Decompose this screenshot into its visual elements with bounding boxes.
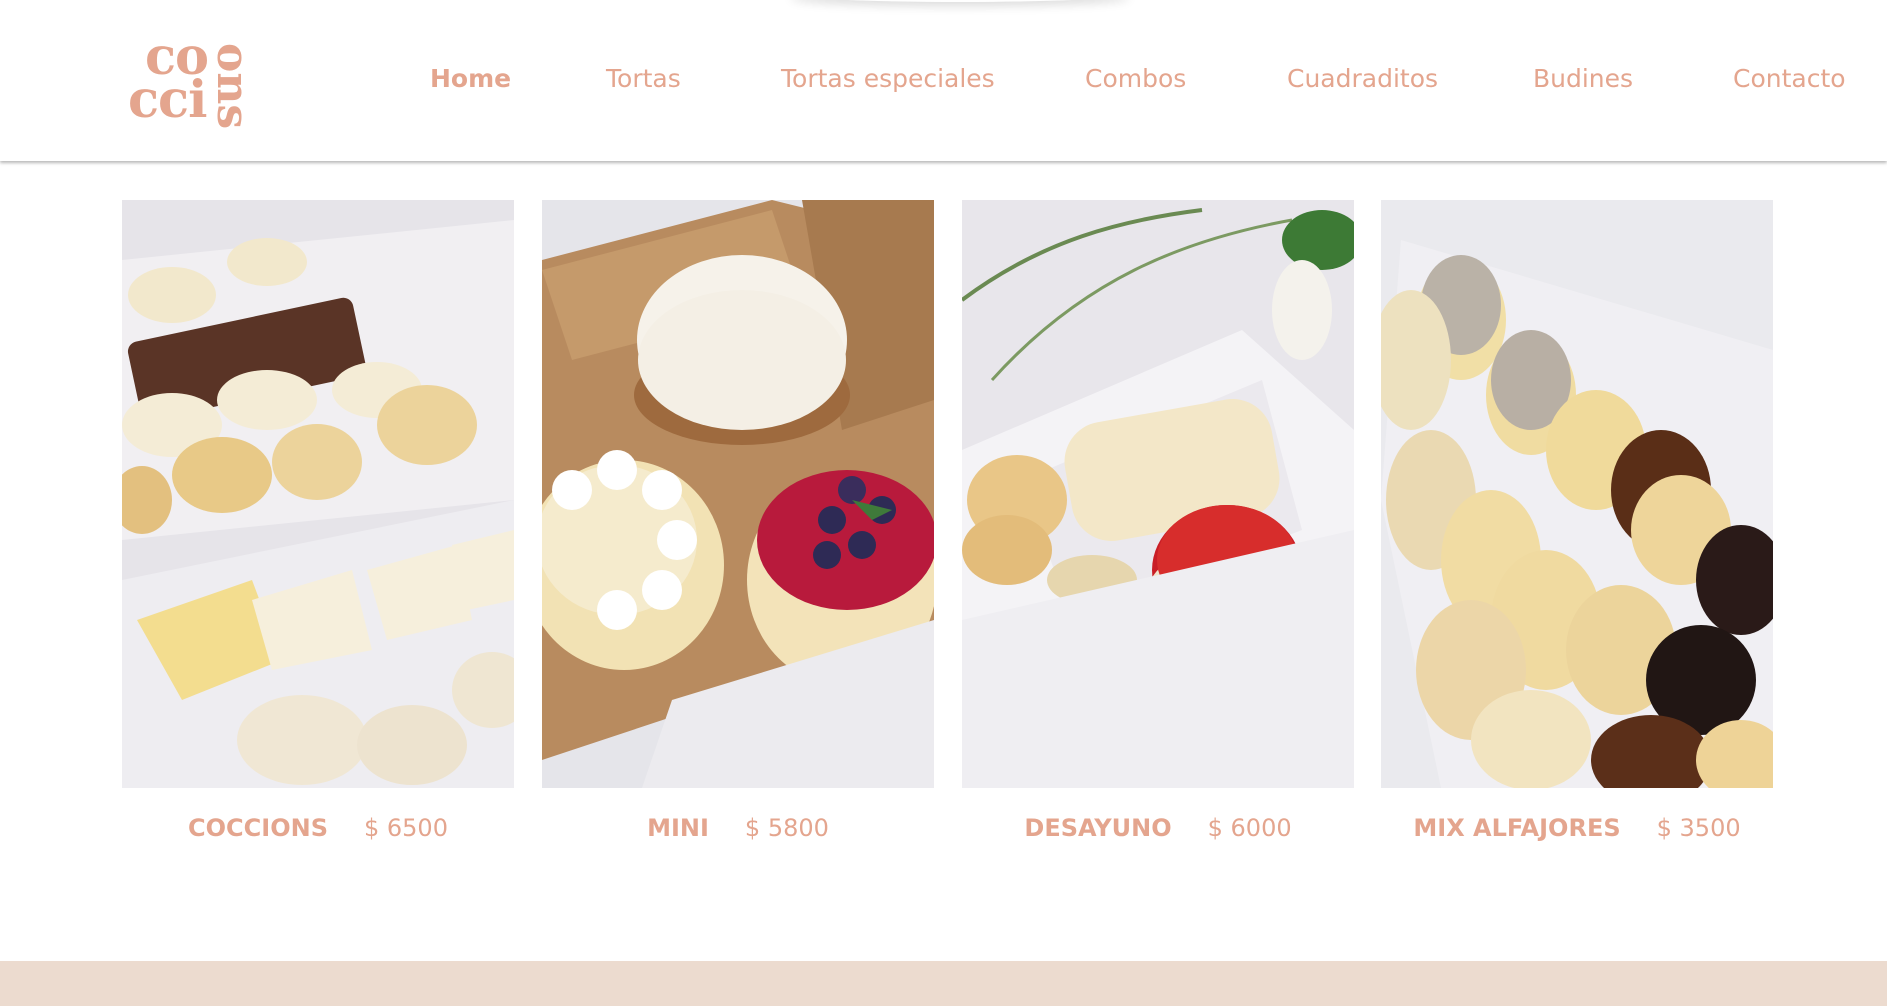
- product-photo-mini[interactable]: [542, 200, 934, 788]
- product-name: MIX ALFAJORES: [1413, 814, 1621, 842]
- product-card-coccions[interactable]: COCCIONS $ 6500: [122, 200, 514, 850]
- product-caption-desayuno: DESAYUNO $ 6000: [962, 814, 1354, 842]
- product-card-mix-alfajores[interactable]: MIX ALFAJORES $ 3500: [1381, 200, 1773, 850]
- product-price: $ 3500: [1656, 814, 1741, 842]
- nav-item-cuadraditos[interactable]: Cuadraditos: [1287, 64, 1438, 93]
- product-photo-desayuno[interactable]: [962, 200, 1354, 788]
- nav-item-tortas-especiales[interactable]: Tortas especiales: [781, 64, 995, 93]
- product-price: $ 6000: [1207, 814, 1292, 842]
- site-header: co cci ons Home Tortas Tortas especiales…: [0, 0, 1887, 161]
- nav-item-budines[interactable]: Budines: [1533, 64, 1633, 93]
- product-card-mini[interactable]: MINI $ 5800: [542, 200, 934, 850]
- product-name: MINI: [647, 814, 709, 842]
- nav-item-home[interactable]: Home: [430, 64, 511, 93]
- nav-item-combos[interactable]: Combos: [1085, 64, 1186, 93]
- main-nav: Home Tortas Tortas especiales Combos Cua…: [0, 0, 1887, 161]
- product-name: DESAYUNO: [1024, 814, 1172, 842]
- product-name: COCCIONS: [188, 814, 328, 842]
- product-card-desayuno[interactable]: DESAYUNO $ 6000: [962, 200, 1354, 850]
- product-photo-mix-alfajores[interactable]: [1381, 200, 1773, 788]
- nav-item-contacto[interactable]: Contacto: [1733, 64, 1846, 93]
- product-caption-mix-alfajores: MIX ALFAJORES $ 3500: [1381, 814, 1773, 842]
- product-photo-coccions[interactable]: [122, 200, 514, 788]
- product-caption-coccions: COCCIONS $ 6500: [122, 814, 514, 842]
- product-caption-mini: MINI $ 5800: [542, 814, 934, 842]
- product-price: $ 5800: [744, 814, 829, 842]
- nav-item-tortas[interactable]: Tortas: [606, 64, 681, 93]
- product-price: $ 6500: [363, 814, 448, 842]
- footer-band: [0, 961, 1887, 1006]
